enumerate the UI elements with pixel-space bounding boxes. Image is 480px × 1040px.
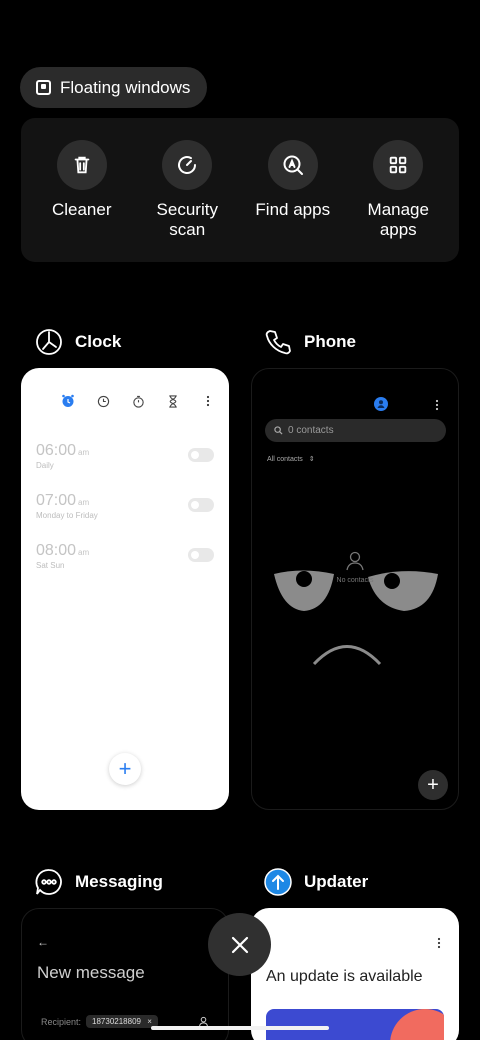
floating-windows-button[interactable]: Floating windows — [20, 67, 208, 108]
alarm-repeat: Sat Sun — [36, 561, 65, 570]
find-apps-button[interactable]: Find apps — [243, 140, 343, 262]
alarm-row[interactable]: 06:00 am Daily — [36, 442, 214, 482]
recipient-number: 18730218809 — [92, 1017, 141, 1026]
close-icon — [231, 936, 248, 953]
phone-app-header[interactable]: Phone — [264, 328, 356, 356]
alarm-ampm: am — [78, 448, 90, 457]
alarm-row[interactable]: 08:00 am Sat Sun — [36, 542, 214, 582]
floating-windows-label: Floating windows — [60, 77, 191, 97]
plus-icon: + — [427, 773, 439, 796]
back-arrow-icon[interactable]: ← — [37, 935, 49, 949]
alarm-repeat: Daily — [36, 461, 54, 470]
stopwatch-tab-icon[interactable] — [131, 394, 145, 408]
floating-window-icon — [36, 80, 51, 95]
filter-label: All contacts — [267, 456, 303, 463]
cleaner-label: Cleaner — [51, 200, 112, 219]
clock-toolbar — [61, 394, 215, 408]
updater-app-header[interactable]: Updater — [264, 868, 368, 896]
phone-app-icon — [264, 328, 292, 356]
more-options-icon[interactable] — [437, 936, 441, 954]
clock-recent-card[interactable]: 06:00 am Daily 07:00 am Monday to Friday 0… — [21, 368, 229, 810]
updater-recent-card[interactable]: An update is available — [251, 908, 459, 1040]
contacts-filter-dropdown[interactable]: All contacts ⇕ — [267, 455, 315, 463]
alarm-time: 07:00 — [36, 492, 77, 509]
plus-icon: + — [118, 756, 132, 781]
empty-state-illustration — [274, 570, 438, 666]
recipient-chip[interactable]: 18730218809 × — [86, 1015, 158, 1028]
add-contact-button[interactable]: + — [418, 770, 448, 800]
cleaner-button[interactable]: Cleaner — [32, 140, 132, 262]
alarm-row[interactable]: 07:00 am Monday to Friday — [36, 492, 214, 532]
messaging-app-header[interactable]: Messaging — [35, 868, 163, 896]
alarm-time: 08:00 — [36, 542, 77, 559]
alarm-repeat: Monday to Friday — [36, 511, 98, 520]
alarm-ampm: am — [78, 498, 90, 507]
messaging-app-name: Messaging — [75, 872, 163, 891]
empty-state-label: No contacts — [336, 577, 374, 584]
search-icon — [274, 426, 283, 435]
contact-avatar-icon[interactable] — [374, 397, 388, 416]
updater-app-icon — [264, 868, 292, 896]
manage-apps-label: Manage apps — [367, 200, 429, 239]
alarm-tab-icon[interactable] — [61, 394, 75, 408]
add-alarm-button[interactable]: + — [109, 753, 141, 785]
more-options-icon[interactable] — [201, 394, 215, 408]
update-banner-image — [266, 1009, 444, 1040]
more-options-icon[interactable] — [435, 398, 439, 416]
manage-apps-button[interactable]: Manage apps — [348, 140, 448, 262]
recipient-label: Recipient: — [41, 1016, 82, 1027]
alarm-toggle[interactable] — [188, 548, 214, 562]
update-available-title: An update is available — [266, 968, 423, 985]
alarm-time: 06:00 — [36, 442, 77, 459]
security-scan-button[interactable]: Security scan — [137, 140, 237, 262]
messaging-app-icon — [35, 868, 63, 896]
search-placeholder: 0 contacts — [288, 425, 334, 436]
find-apps-icon — [267, 140, 318, 190]
clock-app-name: Clock — [75, 332, 122, 351]
phone-recent-card[interactable]: 0 contacts All contacts ⇕ No contacts + — [251, 368, 459, 810]
messaging-recent-card[interactable]: ← New message Recipient: 18730218809 × — [21, 908, 229, 1040]
timer-tab-icon[interactable] — [166, 394, 180, 408]
close-all-button[interactable] — [208, 913, 271, 976]
contacts-search-input[interactable]: 0 contacts — [265, 419, 446, 442]
person-icon — [346, 551, 364, 571]
security-scan-icon — [162, 140, 213, 190]
trash-icon — [56, 140, 107, 190]
remove-recipient-icon[interactable]: × — [147, 1017, 152, 1026]
grid-icon — [373, 140, 424, 190]
alarm-toggle[interactable] — [188, 498, 214, 512]
home-indicator[interactable] — [151, 1026, 329, 1030]
new-message-title: New message — [37, 963, 145, 982]
security-scan-label: Security scan — [156, 200, 218, 239]
updown-chevron-icon: ⇕ — [308, 456, 315, 463]
phone-app-name: Phone — [304, 332, 356, 351]
clock-app-icon — [35, 328, 63, 356]
find-apps-label: Find apps — [255, 200, 331, 219]
alarm-toggle[interactable] — [188, 448, 214, 462]
quick-tools-panel: Cleaner Security scan Find apps Manage a… — [21, 118, 459, 262]
clock-app-header[interactable]: Clock — [35, 328, 121, 356]
updater-app-name: Updater — [304, 872, 369, 891]
world-clock-tab-icon[interactable] — [96, 394, 110, 408]
alarm-ampm: am — [78, 548, 90, 557]
